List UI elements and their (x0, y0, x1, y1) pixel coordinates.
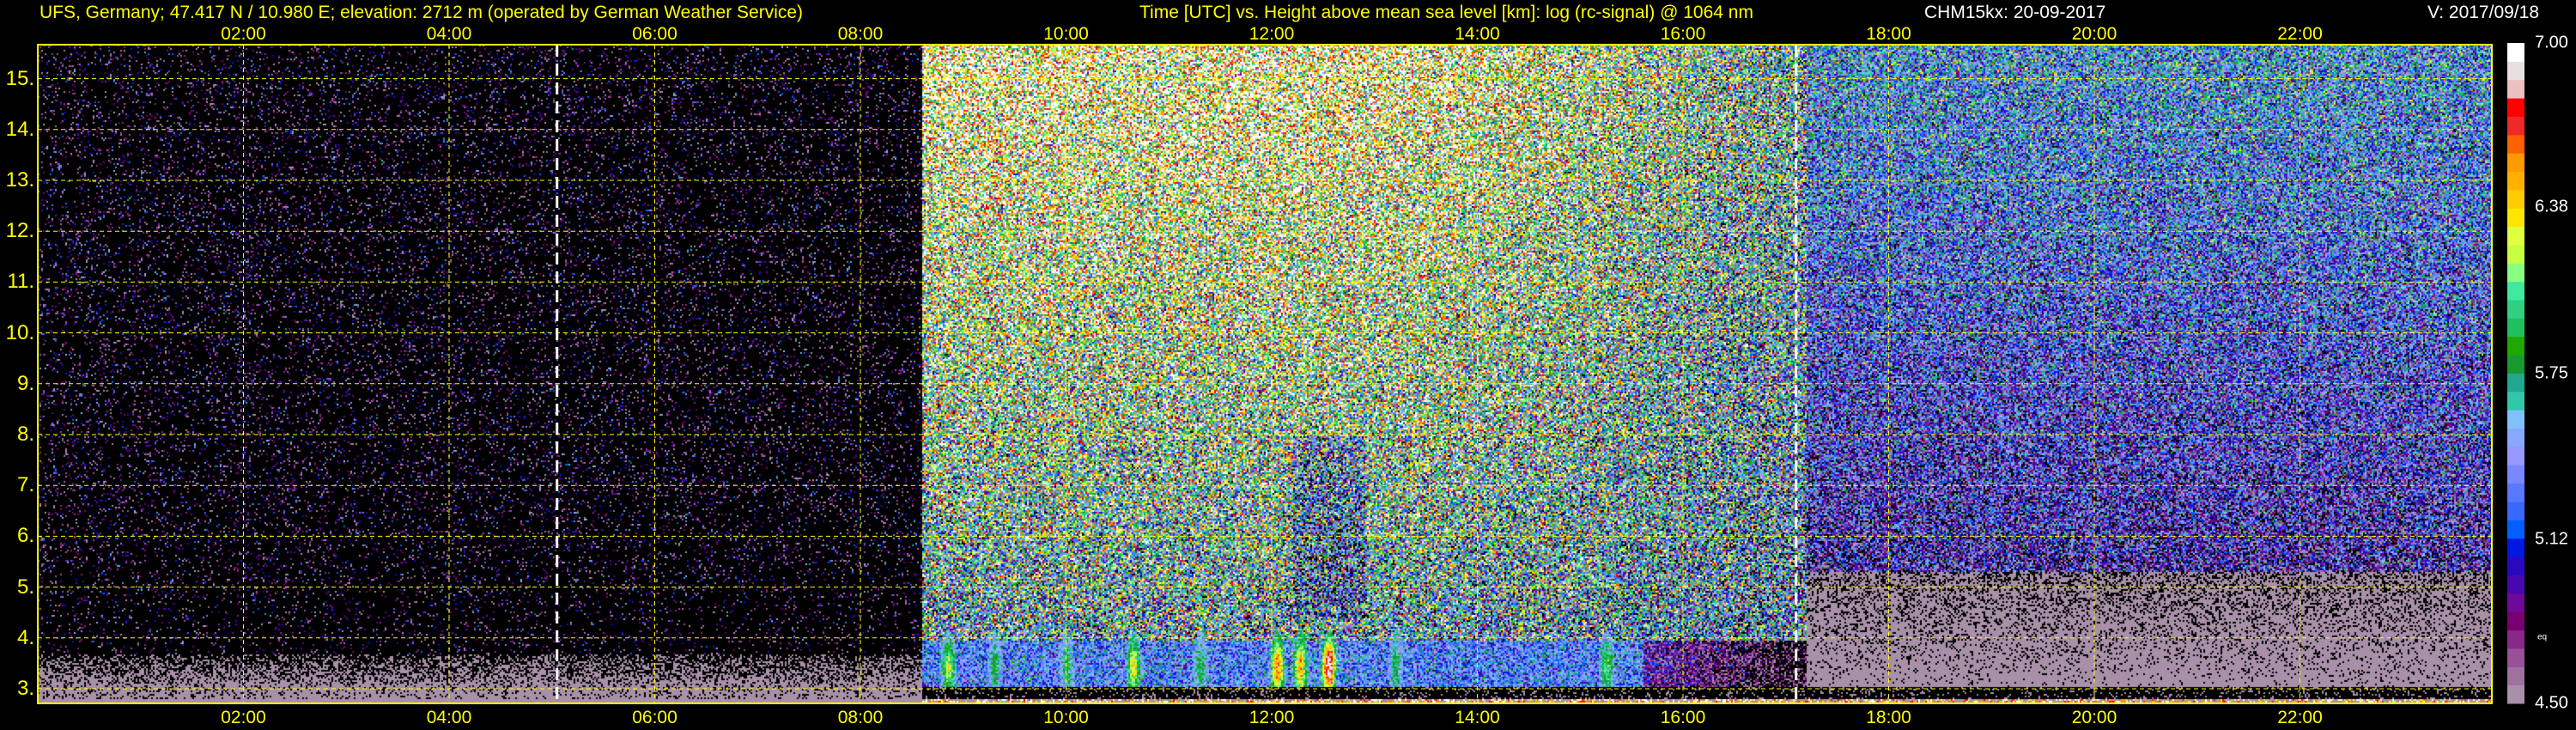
colorbar-tick-label: 4.50 (2535, 693, 2568, 713)
x-tick-label-top: 08:00 (837, 24, 884, 44)
colorbar-swatch (2507, 116, 2524, 136)
x-tick-label-top: 18:00 (1866, 24, 1911, 44)
colorbar-swatch (2507, 557, 2524, 575)
x-tick-label-bottom: 02:00 (221, 708, 266, 727)
colorbar-swatch (2507, 666, 2524, 686)
x-tick-label-bottom: 20:00 (2071, 708, 2117, 727)
x-tick-label-top: 16:00 (1660, 24, 1706, 44)
colorbar-swatch (2507, 373, 2524, 392)
x-tick-label-top: 06:00 (632, 24, 677, 44)
x-tick-label-top: 04:00 (426, 24, 472, 44)
y-tick-label: 4. (16, 625, 34, 649)
y-tick-label: 15. (5, 66, 34, 90)
colorbar-swatch (2507, 575, 2524, 594)
colorbar-tick-label: 5.12 (2535, 529, 2568, 549)
colorbar-swatch (2507, 226, 2524, 246)
colorbar-swatch (2507, 61, 2524, 81)
colorbar-swatch (2507, 428, 2524, 447)
x-tick-label-bottom: 18:00 (1866, 708, 1911, 727)
y-tick-label: 9. (16, 371, 34, 395)
colorbar-swatch (2507, 43, 2524, 62)
y-tick-label: 13. (5, 168, 34, 192)
x-tick-label-top: 02:00 (221, 24, 266, 44)
x-tick-label-top: 12:00 (1249, 24, 1295, 44)
colorbar-swatch (2507, 318, 2524, 338)
colorbar-label: eq (2537, 632, 2548, 642)
x-tick-label-bottom: 22:00 (2277, 708, 2323, 727)
y-tick-label: 6. (16, 524, 34, 548)
y-tick-label: 10. (5, 320, 34, 344)
colorbar-swatch (2507, 502, 2524, 520)
colorbar-swatch (2507, 336, 2524, 356)
x-tick-label-top: 22:00 (2277, 24, 2323, 44)
colorbar-swatch (2507, 171, 2524, 191)
colorbar-tick-label: 5.75 (2535, 363, 2568, 382)
y-tick-label: 5. (16, 575, 34, 599)
x-tick-label-top: 14:00 (1455, 24, 1500, 44)
y-tick-label: 8. (16, 423, 34, 446)
colorbar-swatch (2507, 465, 2524, 484)
y-tick-label: 11. (7, 270, 34, 294)
colorbar-swatch (2507, 153, 2524, 173)
colorbar-swatch (2507, 391, 2524, 411)
colorbar-tick-label: 7.00 (2535, 33, 2568, 52)
colorbar-swatch (2507, 593, 2524, 612)
y-tick-label: 3. (16, 677, 34, 700)
colorbar-swatch (2507, 648, 2524, 667)
colorbar-swatch (2507, 538, 2524, 557)
colorbar-swatch (2507, 483, 2524, 502)
x-tick-label-top: 20:00 (2071, 24, 2117, 44)
y-tick-label: 12. (5, 219, 34, 243)
colorbar-swatch (2507, 281, 2524, 301)
colorbar-swatch (2507, 208, 2524, 228)
colorbar-swatch (2507, 355, 2524, 374)
colorbar-swatch (2507, 300, 2524, 319)
chart-overlay (37, 43, 2524, 704)
x-tick-label-bottom: 08:00 (837, 708, 884, 727)
colorbar-swatch (2507, 410, 2524, 429)
colorbar-swatch (2507, 244, 2524, 264)
x-tick-label-bottom: 10:00 (1043, 708, 1089, 727)
colorbar-swatch (2507, 446, 2524, 465)
colorbar-swatch (2507, 189, 2524, 209)
colorbar-swatch (2507, 611, 2524, 631)
x-tick-label-bottom: 06:00 (632, 708, 677, 727)
x-tick-label-top: 10:00 (1043, 24, 1089, 44)
x-tick-label-bottom: 14:00 (1455, 708, 1500, 727)
colorbar-swatch (2507, 263, 2524, 283)
colorbar-swatch (2507, 98, 2524, 117)
colorbar-swatch (2507, 134, 2524, 154)
y-tick-label: 14. (5, 117, 34, 141)
colorbar-swatch (2507, 684, 2524, 704)
colorbar-swatch (2507, 79, 2524, 99)
x-tick-label-bottom: 16:00 (1660, 708, 1706, 727)
colorbar-swatch (2507, 630, 2524, 649)
colorbar-tick-label: 6.38 (2535, 197, 2568, 216)
colorbar-swatch (2507, 520, 2524, 539)
x-tick-label-bottom: 04:00 (426, 708, 472, 727)
plot-border (37, 44, 2493, 704)
x-tick-label-bottom: 12:00 (1249, 708, 1295, 727)
y-tick-label: 7. (16, 473, 34, 497)
